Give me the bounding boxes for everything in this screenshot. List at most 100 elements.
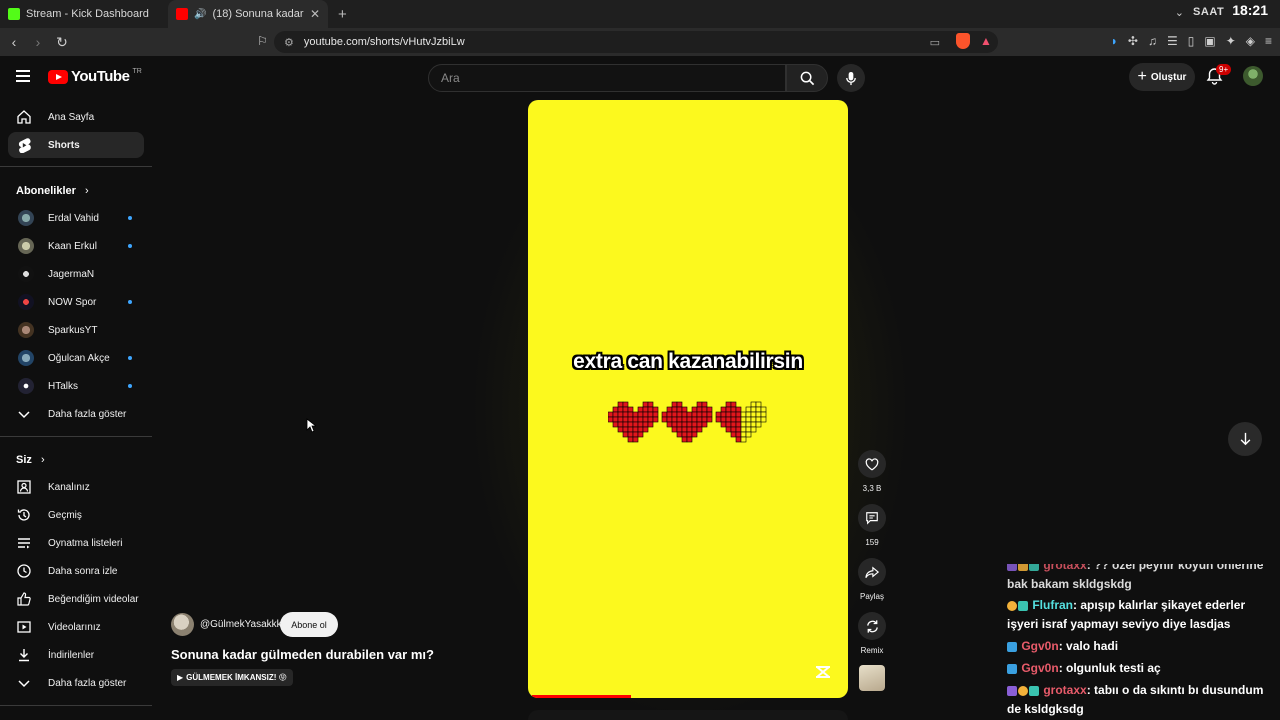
play-icon: ▶	[177, 673, 184, 682]
sidebar-item-playlists[interactable]: Oynatma listeleri	[8, 530, 144, 556]
comment-icon	[866, 512, 878, 525]
bookmark-icon[interactable]: ⚐	[257, 34, 268, 48]
sidebar-item-label: Erdal Vahid	[48, 212, 99, 224]
sidebar-subscription-sparkusyt[interactable]: SparkusYT	[8, 317, 144, 343]
extensions-icon[interactable]: ✣	[1128, 34, 1138, 48]
sidebar-item-label: JagermaN	[48, 268, 95, 280]
chevron-right-icon: ›	[40, 454, 45, 466]
forward-button[interactable]: ›	[28, 34, 48, 50]
sidebar-item-liked-videos[interactable]: Beğendiğim videolar	[8, 586, 144, 612]
sidebar-subscription-now-spor[interactable]: NOW Spor	[8, 289, 144, 315]
share-button[interactable]	[858, 558, 886, 586]
wallet-icon[interactable]: ▣	[1204, 34, 1215, 48]
audio-playing-icon[interactable]: 🔊	[194, 9, 206, 20]
site-info-icon[interactable]: ⚙	[284, 36, 294, 49]
sidebar-divider	[0, 705, 152, 706]
media-icon[interactable]: ♫	[1148, 34, 1157, 48]
audio-source-thumbnail[interactable]	[859, 665, 885, 691]
shorts-video-player[interactable]: extra can kazanabilirsin	[528, 100, 848, 698]
comments-button[interactable]	[858, 504, 886, 532]
new-content-dot	[128, 300, 132, 304]
chat-badges	[1007, 563, 1040, 575]
youtube-logo[interactable]: YouTube TR	[48, 68, 142, 85]
your-videos-icon	[17, 621, 31, 633]
chat-username: Flufran	[1032, 598, 1074, 612]
next-short-button[interactable]	[1228, 422, 1262, 456]
search-button[interactable]	[786, 64, 828, 92]
sidebar-item-label: Kaan Erkul	[48, 240, 97, 252]
sidebar-toggle-icon[interactable]: ▯	[1188, 34, 1195, 48]
brave-shields-icon[interactable]	[956, 33, 970, 49]
browser-tab-kick[interactable]: Stream - Kick Dashboard	[0, 0, 160, 28]
youtube-favicon-icon	[176, 8, 188, 20]
sidebar-item-home[interactable]: Ana Sayfa	[8, 104, 144, 130]
create-button[interactable]: + Oluştur	[1129, 63, 1195, 91]
you-heading[interactable]: Siz ›	[16, 454, 45, 466]
sidebar-item-watch-later[interactable]: Daha sonra izle	[8, 558, 144, 584]
like-count: 3,3 B	[862, 484, 882, 493]
chat-username: Ggv0n	[1021, 661, 1059, 675]
brave-rewards-icon[interactable]: ▲	[980, 34, 992, 48]
remix-label: Remix	[860, 646, 884, 655]
you-heading-label: Siz	[16, 454, 32, 466]
remix-button[interactable]	[858, 612, 886, 640]
create-label: Oluştur	[1150, 71, 1187, 83]
clock-label: SAAT	[1193, 6, 1225, 18]
short-tag-chip[interactable]: ▶ GÜLMEMEK İMKANSIZ! 😝	[171, 669, 293, 686]
leo-ai-icon[interactable]: ✦	[1226, 34, 1236, 48]
channel-avatar	[18, 238, 34, 254]
cast-icon[interactable]: ▭	[930, 36, 940, 49]
sidebar-show-more-you[interactable]: Daha fazla göster	[8, 670, 144, 696]
chat-username: grotaxx	[1043, 683, 1087, 697]
vpn-icon[interactable]: ◈	[1246, 34, 1255, 48]
sidebar-subscription-kaan-erkul[interactable]: Kaan Erkul	[8, 233, 144, 259]
subscriptions-heading[interactable]: Abonelikler ›	[16, 185, 89, 197]
video-caption-overlay: extra can kazanabilirsin	[573, 350, 803, 373]
sidebar-subscription-ogulcan-akce[interactable]: Oğulcan Akçe	[8, 345, 144, 371]
history-icon	[17, 509, 30, 521]
reading-list-icon[interactable]: ☰	[1167, 34, 1178, 48]
voice-search-button[interactable]	[837, 64, 865, 92]
sidebar-item-shorts[interactable]: Shorts	[8, 132, 144, 158]
subscribe-button[interactable]: Abone ol	[280, 612, 338, 637]
chat-username: grotaxx	[1043, 558, 1087, 572]
chat-message: grotaxx: tabıı o da sıkıntı bı dusundum …	[1007, 681, 1279, 718]
subscriptions-heading-label: Abonelikler	[16, 185, 76, 197]
sidebar-item-label: Daha fazla göster	[48, 408, 127, 420]
url-field[interactable]: ⚙ youtube.com/shorts/vHutvJzbiLw ▭	[274, 31, 998, 53]
video-progress-bar[interactable]	[532, 695, 632, 698]
sidebar-item-your-channel[interactable]: Kanalınız	[8, 474, 144, 500]
hamburger-menu-icon[interactable]	[16, 70, 30, 82]
account-avatar[interactable]	[1243, 66, 1263, 86]
chat-badges	[1007, 660, 1018, 678]
tab-search-chevron-icon[interactable]: ⌄	[1175, 6, 1184, 19]
chevron-down-icon	[18, 680, 30, 688]
sidebar-subscription-jagerman[interactable]: JagermaN	[8, 261, 144, 287]
channel-handle[interactable]: @GülmekYasakkk	[200, 619, 282, 630]
remix-icon	[866, 619, 878, 633]
sidebar-subscription-erdal-vahid[interactable]: Erdal Vahid	[8, 205, 144, 231]
new-tab-button[interactable]: +	[338, 6, 347, 23]
sidebar-subscription-htalks[interactable]: HTalks	[8, 373, 144, 399]
browser-menu-icon[interactable]: ≡	[1265, 34, 1272, 48]
search-placeholder: Ara	[441, 71, 460, 85]
sidebar-item-downloads[interactable]: İndirilenler	[8, 642, 144, 668]
close-tab-icon[interactable]: ✕	[310, 7, 320, 21]
search-input[interactable]: Ara	[428, 64, 786, 92]
tab-title: Stream - Kick Dashboard	[26, 8, 149, 20]
sidebar-item-your-videos[interactable]: Videolarınız	[8, 614, 144, 640]
voice-extension-icon[interactable]: ◗	[1111, 34, 1118, 48]
sidebar-item-history[interactable]: Geçmiş	[8, 502, 144, 528]
new-content-dot	[128, 244, 132, 248]
short-title[interactable]: Sonuna kadar gülmeden durabilen var mı?	[171, 647, 434, 662]
heart-outline-icon	[865, 457, 879, 470]
back-button[interactable]: ‹	[4, 34, 24, 50]
share-icon	[865, 565, 879, 578]
browser-tab-youtube[interactable]: 🔊 (18) Sonuna kadar gülmeden ✕	[168, 0, 328, 28]
reload-button[interactable]: ↻	[52, 34, 72, 51]
channel-avatar[interactable]	[171, 613, 194, 636]
like-button[interactable]	[858, 450, 886, 478]
plus-icon: +	[1137, 68, 1147, 85]
channel-avatar	[18, 322, 34, 338]
sidebar-show-more-subscriptions[interactable]: Daha fazla göster	[8, 401, 144, 427]
